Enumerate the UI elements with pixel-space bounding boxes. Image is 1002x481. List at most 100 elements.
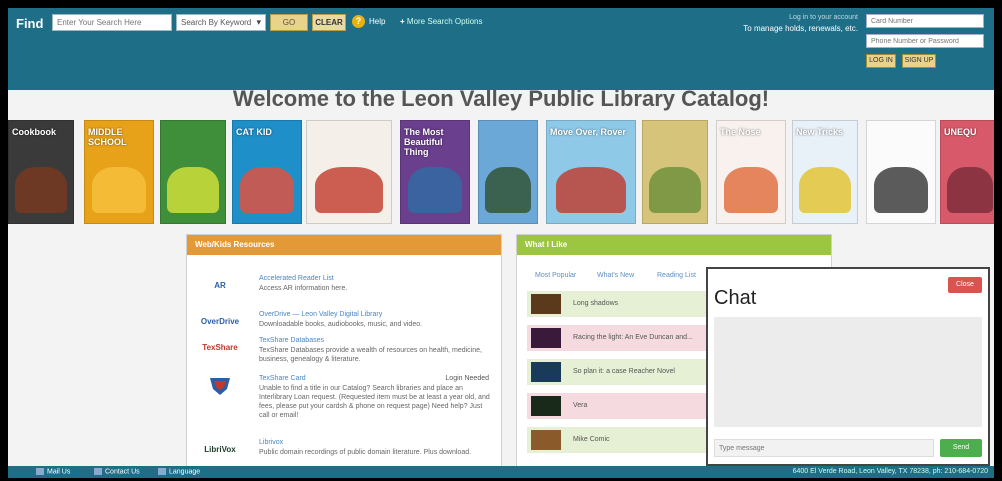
book-cover[interactable]: New Tricks <box>792 120 858 224</box>
cover-art <box>167 167 219 213</box>
login-needed-label: Login Needed <box>445 375 489 382</box>
page-title: Welcome to the Leon Valley Public Librar… <box>232 86 770 111</box>
password-field[interactable] <box>866 34 984 48</box>
whats-new-panel-title: What I Like <box>517 235 831 255</box>
whats-new-item-title: Vera <box>573 402 588 409</box>
book-cover[interactable]: Cookbook <box>8 120 74 224</box>
chevron-down-icon: ▾ <box>256 17 261 27</box>
book-cover[interactable]: MIDDLE SCHOOL <box>84 120 154 224</box>
more-search-options-link[interactable]: + More Search Options <box>400 17 483 26</box>
browser-frame: Find Search By Keyword ▾ GO CLEAR ? Help… <box>8 8 994 478</box>
resource-title-link[interactable]: Accelerated Reader List <box>259 275 334 282</box>
book-title: UNEQU <box>944 127 977 137</box>
book-thumbnail <box>531 430 561 450</box>
chat-close-button[interactable]: Close <box>948 277 982 293</box>
resource-description: Public domain recordings of public domai… <box>259 449 472 456</box>
book-cover[interactable] <box>866 120 936 224</box>
tab-reading-list[interactable]: Reading List <box>657 272 696 279</box>
clear-button[interactable]: CLEAR <box>312 14 346 31</box>
card-number-field[interactable] <box>866 14 984 28</box>
book-title: New Tricks <box>796 127 844 137</box>
book-cover[interactable] <box>642 120 708 224</box>
resource-item: TexShare Card Login Needed Unable to find … <box>197 375 493 419</box>
help-icon[interactable]: ? <box>352 15 365 28</box>
resources-panel-title: Web/Kids Resources <box>187 235 501 255</box>
whats-new-item-title: Racing the light: An Eve Duncan and... <box>573 334 693 341</box>
resource-logo <box>197 375 243 397</box>
resource-description: Unable to find a title in our Catalog? S… <box>259 385 490 419</box>
cover-art <box>723 167 779 213</box>
login-button[interactable]: LOG IN <box>866 54 896 68</box>
search-input[interactable] <box>52 14 172 31</box>
footer-link-contact[interactable]: Contact Us <box>94 468 140 475</box>
resource-description: TexShare Databases provide a wealth of r… <box>259 347 482 363</box>
account-subtext: To manage holds, renewals, etc. <box>743 24 858 33</box>
help-link[interactable]: Help <box>369 17 385 26</box>
cover-art <box>649 167 701 213</box>
contact-icon <box>94 468 102 475</box>
cover-art <box>799 167 851 213</box>
cover-art <box>315 167 383 213</box>
footer-link-label: Contact Us <box>105 468 140 476</box>
tab-whats-new[interactable]: What's New <box>597 272 634 279</box>
globe-icon <box>158 468 166 475</box>
book-title: CAT KID <box>236 127 272 137</box>
resource-item: TexShare TexShare Databases TexShare Datab… <box>197 337 493 367</box>
resource-description: Downloadable books, audiobooks, music, a… <box>259 321 423 328</box>
book-title: The Most Beautiful Thing <box>404 127 444 157</box>
resource-title-link[interactable]: Librivox <box>259 439 283 446</box>
resource-description: Access AR information here. <box>259 285 348 292</box>
book-cover[interactable]: CAT KID <box>232 120 302 224</box>
account-heading: Log in to your account <box>789 14 858 21</box>
book-title: The Nose <box>720 127 761 137</box>
more-search-label: More Search Options <box>406 17 483 26</box>
book-cover[interactable] <box>160 120 226 224</box>
book-cover[interactable] <box>306 120 392 224</box>
resources-panel: Web/Kids Resources AR Accelerated Reader … <box>186 234 502 478</box>
resource-logo: AR <box>214 281 226 290</box>
tab-most-popular[interactable]: Most Popular <box>535 272 576 279</box>
resource-logo: OverDrive <box>200 317 240 326</box>
find-label: Find <box>16 16 44 31</box>
footer-link-label: Mail Us <box>47 468 71 476</box>
chat-messages-area <box>714 317 982 427</box>
resource-title-link[interactable]: TexShare Card <box>259 375 306 382</box>
footer-link-language[interactable]: Language <box>158 468 200 475</box>
whats-new-item-title: Long shadows <box>573 300 619 307</box>
cover-art <box>555 167 627 213</box>
whats-new-item-title: So plan it: a case Reacher Novel <box>573 368 675 375</box>
search-by-select[interactable]: Search By Keyword ▾ <box>176 14 266 31</box>
mail-icon <box>36 468 44 475</box>
cover-art <box>239 167 295 213</box>
signup-button[interactable]: SIGN UP <box>902 54 936 68</box>
book-thumbnail <box>531 328 561 348</box>
chat-send-button[interactable]: Send <box>940 439 982 457</box>
chat-message-input[interactable] <box>714 439 934 457</box>
book-cover[interactable] <box>478 120 538 224</box>
cover-art <box>15 167 67 213</box>
book-cover[interactable]: Move Over, Rover <box>546 120 636 224</box>
resource-logo: TexShare <box>202 343 238 352</box>
library-address: 6400 El Verde Road, Leon Valley, TX 7823… <box>792 468 988 475</box>
resource-title-link[interactable]: OverDrive — Leon Valley Digital Library <box>259 311 382 318</box>
book-title: Cookbook <box>12 127 56 137</box>
book-thumbnail <box>531 294 561 314</box>
book-cover[interactable]: The Nose <box>716 120 786 224</box>
go-button[interactable]: GO <box>270 14 308 31</box>
resource-item: LibriVox Librivox Public domain recordings… <box>197 439 493 469</box>
book-cover[interactable]: The Most Beautiful Thing <box>400 120 470 224</box>
cover-art <box>873 167 929 213</box>
resource-title-link[interactable]: TexShare Databases <box>259 337 324 344</box>
book-thumbnail <box>531 362 561 382</box>
cover-art <box>407 167 463 213</box>
whats-new-item-title: Mike Comic <box>573 436 610 443</box>
footer-link-mail[interactable]: Mail Us <box>36 468 70 475</box>
book-title: Move Over, Rover <box>550 127 627 137</box>
book-carousel: Cookbook MIDDLE SCHOOL CAT KID The Most Bea… <box>8 120 994 226</box>
chat-title: Chat <box>714 287 757 309</box>
book-cover[interactable]: UNEQU <box>940 120 994 224</box>
chat-widget: Chat Close Send <box>706 267 990 466</box>
cover-art <box>484 167 532 213</box>
footer-link-label: Language <box>169 468 201 476</box>
book-thumbnail <box>531 396 561 416</box>
